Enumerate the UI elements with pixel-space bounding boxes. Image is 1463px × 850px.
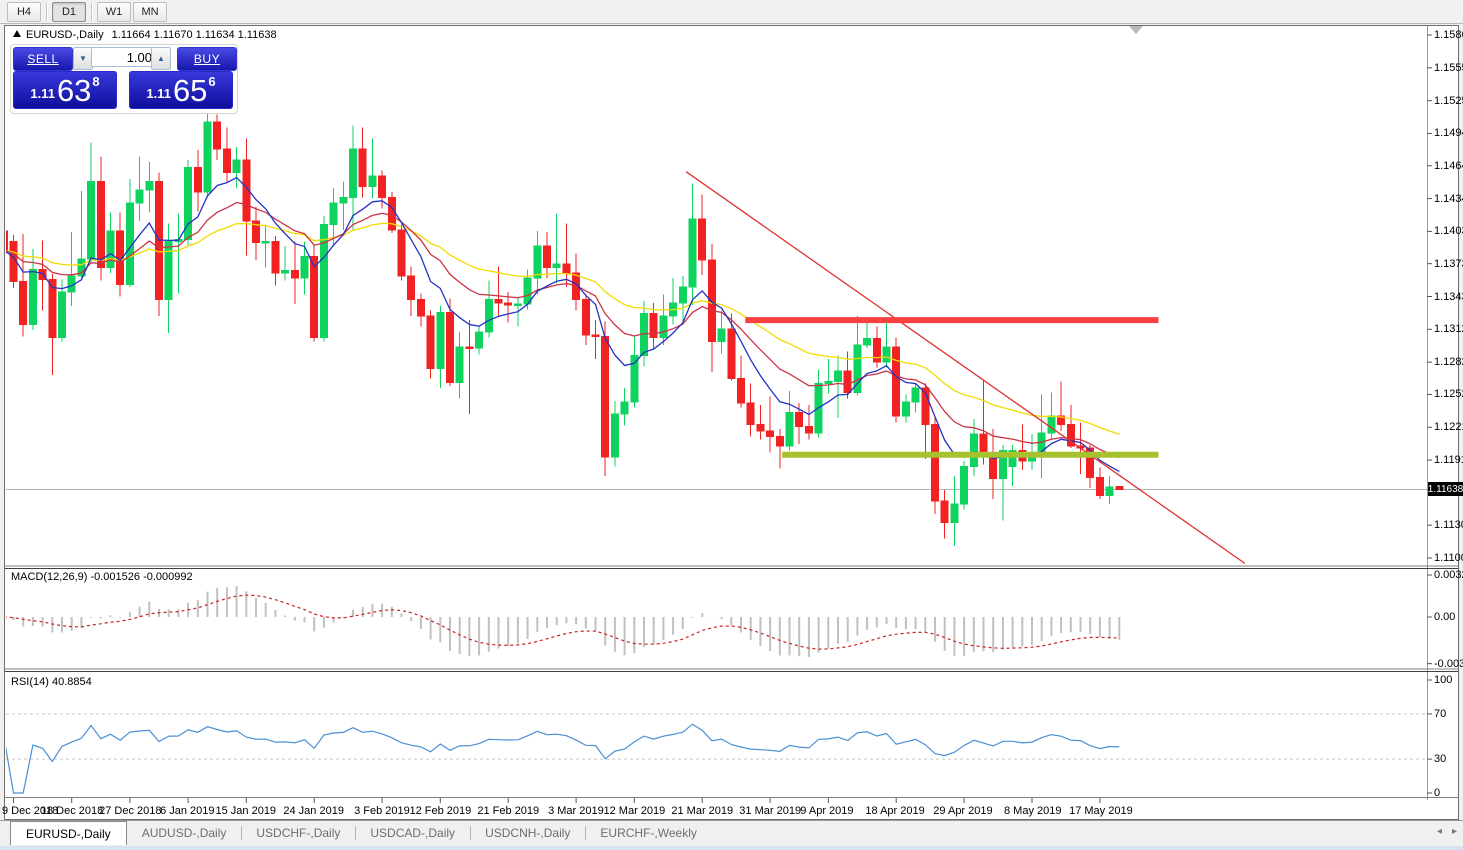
chart-header: EURUSD-,Daily 1.11664 1.11670 1.11634 1.1… bbox=[13, 29, 277, 41]
rsi-indicator-label: RSI(14) 40.8854 bbox=[11, 676, 92, 688]
date-axis-label: 27 Dec 2018 bbox=[99, 805, 162, 817]
sell-price-big: 63 bbox=[56, 73, 92, 108]
price-axis-label: 1.14945 bbox=[1434, 127, 1463, 140]
buy-price-big: 65 bbox=[172, 73, 208, 108]
price-axis-label: 1.11000 bbox=[1434, 552, 1463, 564]
date-axis-label: 21 Feb 2019 bbox=[477, 805, 540, 817]
date-axis-label: 15 Jan 2019 bbox=[215, 805, 277, 817]
price-axis-label: 1.15250 bbox=[1434, 94, 1463, 107]
chart-tab-audusd[interactable]: AUDUSD-,Daily bbox=[127, 821, 242, 845]
price-axis-label: 1.13735 bbox=[1434, 257, 1463, 270]
date-axis-label: 3 Mar 2019 bbox=[548, 805, 604, 817]
date-axis-label: 24 Jan 2019 bbox=[283, 805, 344, 817]
sell-button[interactable]: SELL bbox=[13, 47, 73, 71]
price-axis-label: 1.12820 bbox=[1434, 356, 1463, 369]
price-axis-label: 1.13125 bbox=[1434, 323, 1463, 336]
sell-price-box[interactable]: 1.11 63 8 bbox=[13, 71, 117, 109]
indicator-axis-label: 0.00 bbox=[1434, 611, 1456, 623]
chart-canvas[interactable] bbox=[0, 0, 1463, 850]
buy-price-box[interactable]: 1.11 65 6 bbox=[129, 71, 233, 109]
chart-tab-usdcnh[interactable]: USDCNH-,Daily bbox=[470, 821, 585, 845]
indicator-axis-label: 0 bbox=[1434, 787, 1441, 799]
price-axis-label: 1.14645 bbox=[1434, 159, 1463, 172]
buy-price-sup: 6 bbox=[208, 74, 216, 89]
price-axis-label: 1.12215 bbox=[1434, 421, 1463, 434]
price-axis-label: 1.15860 bbox=[1434, 29, 1463, 41]
symbol-triangle-icon bbox=[13, 30, 21, 37]
indicator-axis-label: 100 bbox=[1434, 674, 1453, 686]
chart-symbol-label: EURUSD-,Daily bbox=[26, 29, 104, 41]
date-axis-label: 18 Apr 2019 bbox=[865, 805, 925, 817]
volume-increase-button[interactable]: ▲ bbox=[151, 47, 171, 70]
chart-tab-eurchf[interactable]: EURCHF-,Weekly bbox=[585, 821, 711, 845]
date-axis-label: 17 May 2019 bbox=[1069, 805, 1133, 817]
chart-tab-usdcad[interactable]: USDCAD-,Daily bbox=[355, 821, 470, 845]
buy-price-small: 1.11 bbox=[146, 86, 171, 101]
price-axis-label: 1.11910 bbox=[1434, 454, 1463, 467]
date-axis-label: 8 May 2019 bbox=[1004, 805, 1062, 817]
current-price-tag: 1.11638 bbox=[1427, 482, 1463, 497]
date-axis-label: 18 Dec 2018 bbox=[40, 805, 104, 817]
price-axis-label: 1.14340 bbox=[1434, 192, 1463, 205]
date-axis-label: 3 Feb 2019 bbox=[354, 805, 410, 817]
indicator-axis-label: 30 bbox=[1434, 753, 1447, 766]
date-axis-label: 12 Mar 2019 bbox=[603, 805, 666, 817]
date-axis-label: 31 Mar 2019 bbox=[739, 805, 802, 817]
volume-decrease-button[interactable]: ▼ bbox=[73, 47, 93, 70]
status-strip bbox=[0, 846, 1463, 850]
date-axis-label: 6 Jan 2019 bbox=[160, 805, 215, 817]
sell-price-small: 1.11 bbox=[30, 86, 55, 101]
macd-indicator-label: MACD(12,26,9) -0.001526 -0.000992 bbox=[11, 571, 193, 583]
date-axis-label: 9 Apr 2019 bbox=[800, 805, 854, 817]
price-axis-label: 1.12520 bbox=[1434, 388, 1463, 401]
date-axis-label: 21 Mar 2019 bbox=[671, 805, 734, 817]
price-axis-label: 1.14035 bbox=[1434, 225, 1463, 238]
price-axis-label: 1.13430 bbox=[1434, 290, 1463, 303]
indicator-axis-label: 0.003287 bbox=[1434, 569, 1463, 581]
tab-scroll-right-icon[interactable]: ▸ bbox=[1452, 824, 1457, 840]
tab-scroll-left-icon[interactable]: ◂ bbox=[1437, 824, 1442, 840]
scroll-to-end-icon[interactable] bbox=[1129, 26, 1143, 34]
one-click-trading-panel: SELL ▼ ▲ BUY 1.11 63 8 1.11 65 6 bbox=[10, 44, 238, 114]
indicator-axis-label: 70 bbox=[1434, 707, 1447, 720]
volume-input[interactable] bbox=[91, 47, 159, 67]
chart-tab-bar: EURUSD-,Daily AUDUSD-,Daily USDCHF-,Daily U… bbox=[0, 820, 1463, 845]
price-axis-label: 1.15555 bbox=[1434, 61, 1463, 74]
date-axis-label: 29 Apr 2019 bbox=[933, 805, 993, 817]
sell-price-sup: 8 bbox=[92, 74, 100, 89]
date-axis-label: 12 Feb 2019 bbox=[409, 805, 472, 817]
indicator-axis-label: -0.00365 bbox=[1434, 657, 1463, 670]
price-axis-label: 1.11305 bbox=[1434, 519, 1463, 532]
chart-tab-usdchf[interactable]: USDCHF-,Daily bbox=[241, 821, 355, 845]
chart-tab-eurusd[interactable]: EURUSD-,Daily bbox=[10, 821, 127, 845]
chart-ohlc-values: 1.11664 1.11670 1.11634 1.11638 bbox=[111, 29, 277, 41]
buy-button[interactable]: BUY bbox=[177, 47, 237, 71]
